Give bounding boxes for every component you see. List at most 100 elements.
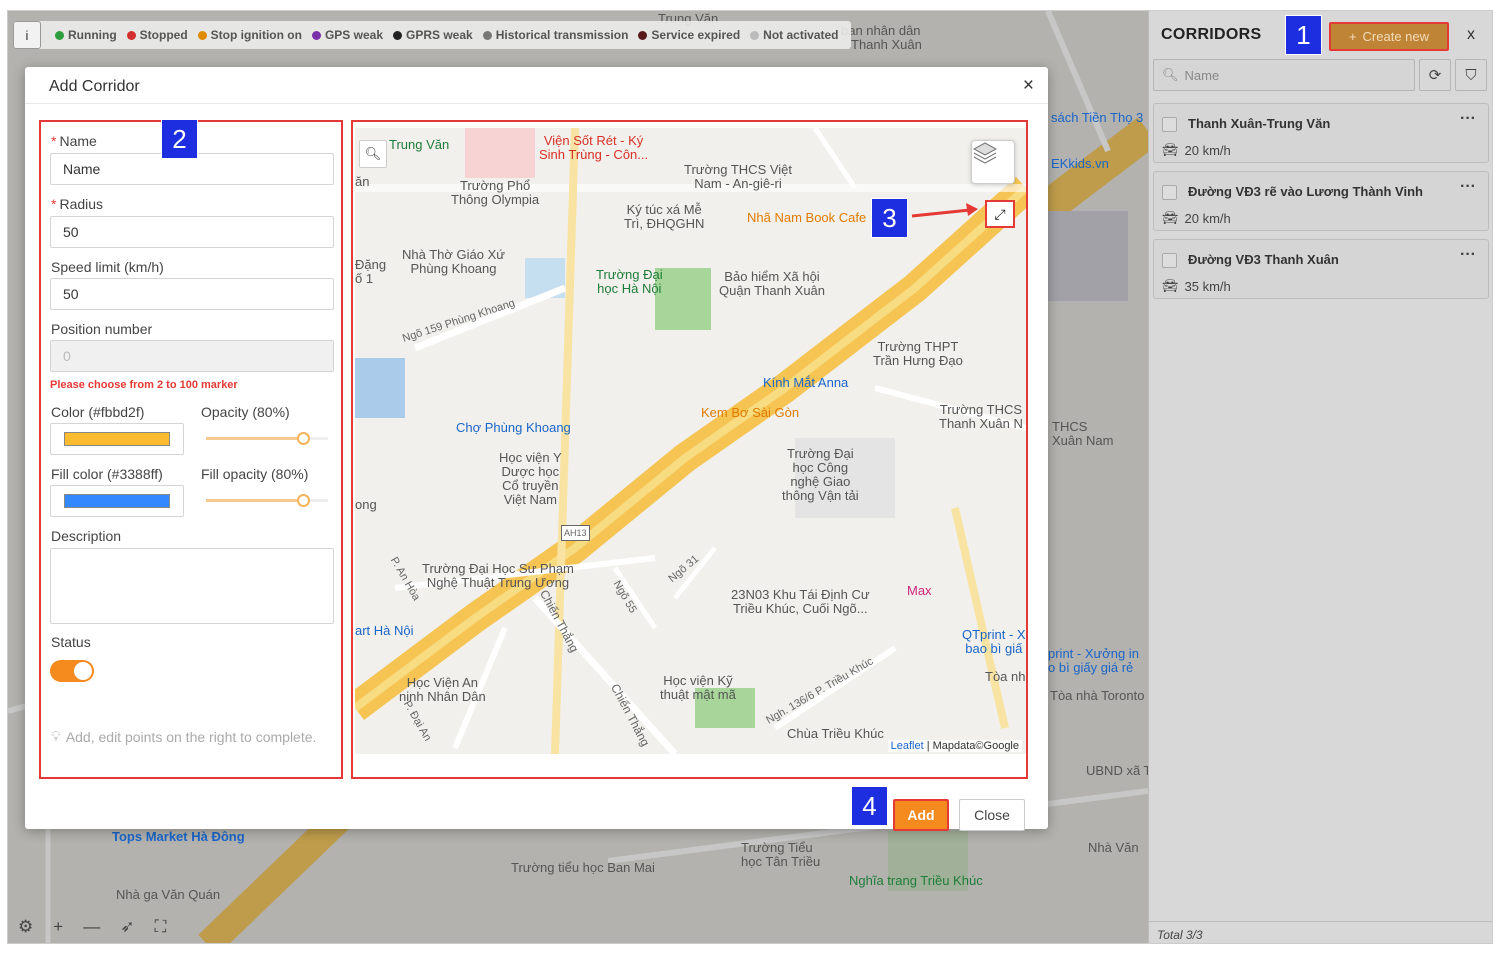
map-label: THCS Xuân Nam (1052, 419, 1114, 448)
map-label: Trường tiểu học Ban Mai (511, 860, 655, 875)
map-label: Tòa nhà Toronto (1050, 688, 1145, 703)
map-label: ăn (355, 174, 370, 189)
legend-item-gprs-weak[interactable]: GPRS weak (393, 28, 473, 42)
corridor-name: Đường VĐ3 rẽ vào Lương Thành Vinh (1188, 184, 1423, 199)
position-number-input: 0 (50, 340, 334, 372)
status-dot-icon (638, 30, 648, 40)
step-badge-2: 2 (161, 119, 198, 159)
map-label: Chùa Triều Khúc (787, 726, 884, 741)
legend-item-gps-weak[interactable]: GPS weak (311, 28, 383, 42)
position-number-label: Position number (51, 321, 153, 337)
map-label: Bảo hiểm Xã hội Quận Thanh Xuân (719, 269, 826, 298)
close-button[interactable]: Close (959, 799, 1025, 831)
map-label: Đặng ố 1 (355, 257, 387, 286)
corridor-search-input[interactable]: 🔍︎ Name (1153, 59, 1415, 91)
corridor-checkbox[interactable] (1162, 185, 1177, 200)
search-icon: 🔍︎ (364, 146, 382, 161)
search-icon: 🔍︎ (1162, 67, 1179, 82)
description-label: Description (51, 528, 122, 544)
speed-limit-input[interactable]: 50 (50, 278, 334, 310)
add-button[interactable]: Add (893, 799, 949, 831)
map-label: Kem Bơ Sài Gòn (701, 405, 800, 420)
map-label: Trường Đại học Hà Nội (596, 267, 663, 296)
map-label: Trung Văn (389, 137, 450, 152)
more-options-icon[interactable]: ··· (1460, 178, 1476, 196)
refresh-icon: ⟳ (1428, 67, 1442, 84)
fill-color-label: Fill color (#3388ff) (51, 466, 163, 482)
required-marker: * (51, 133, 57, 149)
map-label: Trường THPT Trần Hưng Đạo (873, 339, 963, 368)
map-label: Nghĩa trang Triều Khúc (849, 873, 983, 888)
corridor-speed: 🚘︎ 20 km/h (1162, 210, 1231, 226)
opacity-slider[interactable] (206, 432, 328, 446)
info-button[interactable]: i (13, 21, 41, 49)
corridor-checkbox[interactable] (1162, 117, 1177, 132)
slider-fill (206, 499, 302, 502)
slider-handle[interactable] (297, 432, 310, 445)
step-badge-3: 3 (871, 198, 908, 238)
create-new-button[interactable]: + Create new (1329, 22, 1449, 51)
corridor-checkbox[interactable] (1162, 253, 1177, 268)
corridor-list-item[interactable]: Thanh Xuân-Trung Văn ··· 🚘︎ 20 km/h (1153, 103, 1489, 163)
leaflet-link[interactable]: Leaflet (891, 740, 924, 752)
map-label: Nhà Thờ Giáo Xứ Phùng Khoang (402, 247, 505, 276)
car-icon: 🚘︎ (1162, 278, 1179, 293)
radius-input[interactable]: 50 (50, 216, 334, 248)
corridor-list-item[interactable]: Đường VĐ3 rẽ vào Lương Thành Vinh ··· 🚘︎… (1153, 171, 1489, 231)
filter-button[interactable]: ⛉ (1455, 59, 1487, 91)
map-label: Trường Phổ Thông Olympia (451, 178, 540, 207)
fullscreen-icon[interactable]: ⛶ (154, 917, 166, 937)
legend-item-running[interactable]: Running (55, 28, 117, 42)
status-toggle[interactable] (50, 660, 94, 682)
opacity-label: Opacity (80%) (201, 404, 290, 420)
lightbulb-icon: 💡︎ (51, 728, 61, 744)
car-icon: 🚘︎ (1162, 210, 1179, 225)
fill-color-swatch (64, 494, 170, 508)
map-label: Trường Đại học Công nghệ Giao thông Vận … (782, 446, 859, 503)
map-label: 23N03 Khu Tái Định Cư Triều Khúc, Cuối N… (731, 587, 870, 616)
corridor-name: Thanh Xuân-Trung Văn (1188, 116, 1331, 131)
layers-button[interactable] (971, 140, 1015, 184)
modal-close-icon[interactable]: × (1023, 75, 1034, 97)
panel-close-button[interactable]: x (1467, 26, 1475, 44)
status-dot-icon (55, 30, 64, 40)
settings-icon[interactable]: ⚙ (18, 917, 33, 937)
map-label: Ký túc xá Mễ Trì, ĐHQGHN (624, 202, 705, 231)
legend-item-stop-ignition-on[interactable]: Stop ignition on (197, 28, 302, 42)
zoom-out-icon[interactable]: — (83, 917, 100, 937)
plus-icon: + (1348, 29, 1357, 44)
color-picker[interactable] (50, 423, 184, 455)
step-badge-1: 1 (1285, 15, 1322, 55)
map-label: sách Tiền Thọ 3 (1051, 110, 1144, 125)
map-label: Thanh Xuân (851, 37, 922, 52)
corridor-list-item[interactable]: Đường VĐ3 Thanh Xuân ··· 🚘︎ 35 km/h (1153, 239, 1489, 299)
more-options-icon[interactable]: ··· (1460, 110, 1476, 128)
radius-label: * Radius (51, 196, 104, 212)
modal-title: Add Corridor (49, 78, 140, 95)
layers-icon (972, 142, 998, 164)
legend-item-service-expired[interactable]: Service expired (638, 28, 740, 42)
corridors-panel: CORRIDORS + Create new x 🔍︎ Name ⟳ ⛉ Tha… (1148, 11, 1492, 943)
legend-item-historical-transmission[interactable]: Historical transmission (482, 28, 628, 42)
corridor-form: * Name Name * Radius 50 Speed limit (km/h)… (39, 120, 343, 779)
zoom-in-icon[interactable]: + (53, 917, 63, 937)
map-label: Tops Market Hà Đông (112, 829, 245, 844)
status-dot-icon (197, 30, 207, 40)
road-shield: AH13 (561, 525, 590, 541)
legend-item-stopped[interactable]: Stopped (126, 28, 188, 42)
map-search-button[interactable]: 🔍︎ (359, 140, 387, 168)
map-label: Trường Đại Học Sư Phạm Nghệ Thuật Trung … (422, 561, 574, 590)
map-label: Tòa nh (985, 669, 1026, 684)
filter-icon: ⛉ (1465, 66, 1477, 84)
more-options-icon[interactable]: ··· (1460, 246, 1476, 264)
description-textarea[interactable] (50, 548, 334, 624)
corridor-speed: 🚘︎ 20 km/h (1162, 142, 1231, 158)
slider-handle[interactable] (297, 494, 310, 507)
draw-line-button[interactable]: ⤢ (985, 200, 1015, 228)
fill-color-picker[interactable] (50, 485, 184, 517)
legend-item-not-activated[interactable]: Not activated (750, 28, 839, 42)
refresh-button[interactable]: ⟳ (1419, 59, 1451, 91)
fill-opacity-slider[interactable] (206, 494, 328, 508)
step-badge-4: 4 (851, 786, 888, 826)
locate-icon[interactable]: ➶ (120, 917, 134, 937)
